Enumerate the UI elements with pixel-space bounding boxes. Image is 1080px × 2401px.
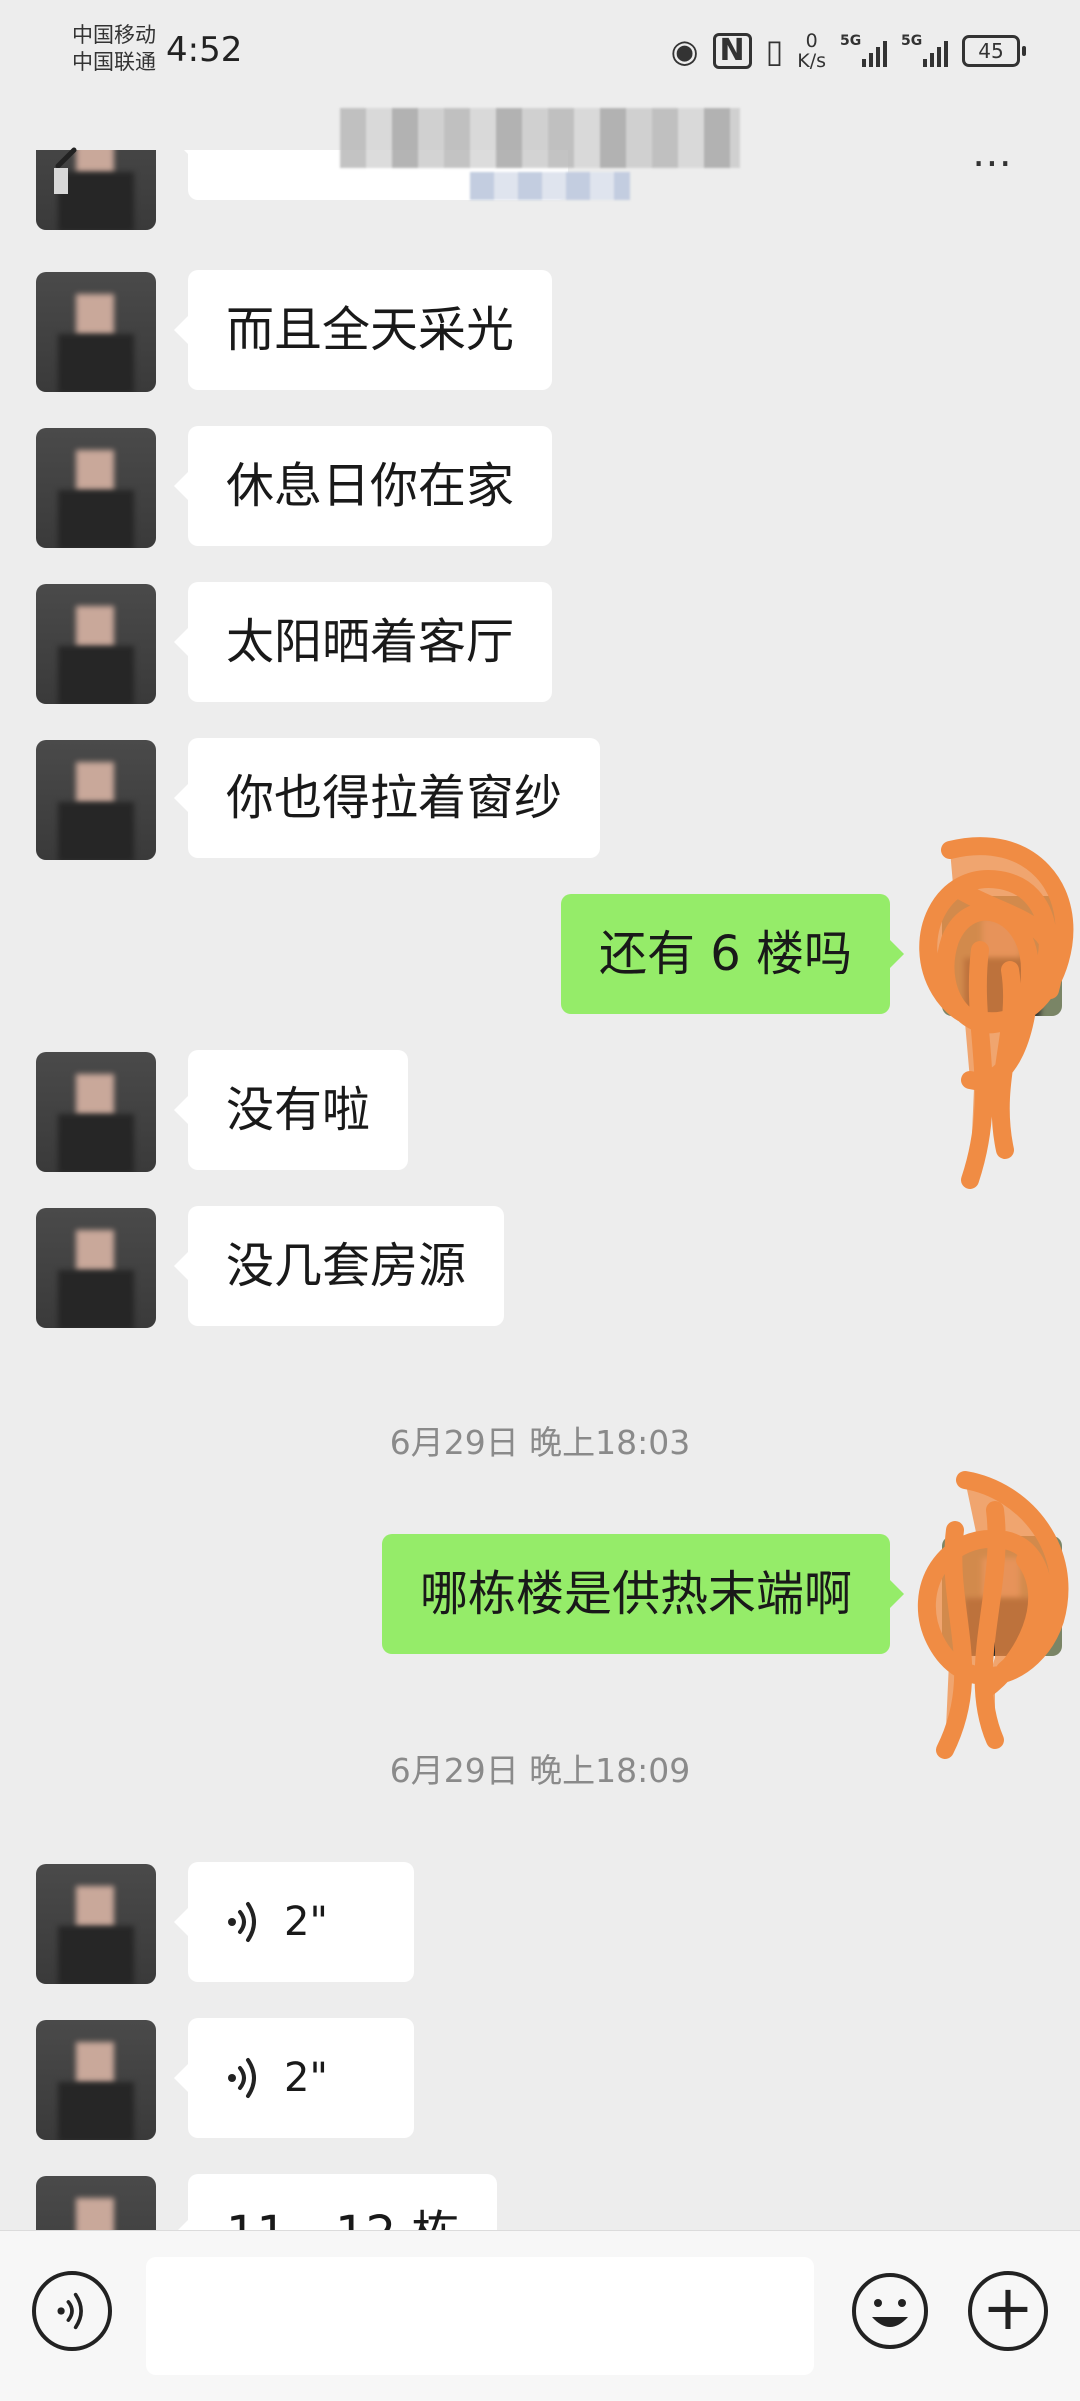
vibrate-icon: ▯ bbox=[765, 32, 784, 70]
voice-message-bubble[interactable]: 2" bbox=[174, 2018, 414, 2138]
message-input[interactable] bbox=[146, 2257, 814, 2375]
voice-wave-icon bbox=[228, 1902, 256, 1942]
avatar[interactable] bbox=[36, 1864, 156, 1984]
more-options-button[interactable]: ⋯ bbox=[958, 138, 1028, 188]
message-row: 太阳晒着客厅 bbox=[0, 582, 1080, 706]
voice-message-bubble[interactable]: 2" bbox=[174, 1862, 414, 1982]
signal-1-icon: 5G bbox=[840, 33, 887, 67]
voice-mode-button[interactable] bbox=[32, 2271, 112, 2351]
back-button[interactable] bbox=[40, 128, 100, 198]
net-speed: 0 K/s bbox=[797, 31, 826, 71]
carrier-info: 中国移动 中国联通 bbox=[72, 22, 156, 76]
timestamp: 6月29日 晚上18:03 bbox=[389, 1423, 691, 1462]
status-bar: 中国移动 中国联通 4:52 ◉ N ▯ 0 K/s 5G 5G 45 bbox=[0, 0, 1080, 108]
net-speed-unit: K/s bbox=[797, 50, 826, 72]
message-row: 2" bbox=[0, 1862, 1080, 1986]
chat-subtitle-redacted bbox=[470, 172, 630, 200]
net-speed-value: 0 bbox=[805, 30, 818, 52]
message-row: 2" bbox=[0, 2018, 1080, 2142]
chat-header: ⋯ bbox=[0, 108, 1080, 226]
message-row: 而且全天采光 bbox=[0, 270, 1080, 394]
message-row: 没几套房源 bbox=[0, 1206, 1080, 1330]
avatar[interactable] bbox=[36, 2020, 156, 2140]
emoji-button[interactable] bbox=[850, 2271, 930, 2351]
avatar[interactable] bbox=[36, 1052, 156, 1172]
chat-title-redacted bbox=[340, 108, 740, 168]
carrier-2: 中国联通 bbox=[72, 50, 156, 74]
nfc-icon: N bbox=[712, 33, 752, 69]
signal-2-label: 5G bbox=[901, 33, 923, 49]
scribble-redaction bbox=[919, 837, 1074, 1189]
message-list[interactable]: 而且全天采光 休息日你在家 太阳晒着客厅 你也得拉着窗纱 还有 6 楼吗 没有啦… bbox=[0, 0, 1080, 2230]
voice-wave-icon bbox=[228, 2058, 256, 2098]
message-bubble[interactable]: 没几套房源 bbox=[173, 1206, 505, 1326]
message-row: 11、12 栋 bbox=[0, 2174, 1080, 2230]
voice-mode-icon bbox=[57, 2292, 83, 2330]
signal-1-label: 5G bbox=[840, 33, 862, 49]
input-bar: + bbox=[0, 2230, 1080, 2401]
clock: 4:52 bbox=[166, 30, 243, 70]
back-arrow-icon bbox=[54, 147, 77, 194]
message-bubble[interactable]: 你也得拉着窗纱 bbox=[173, 738, 601, 858]
status-icons: ◉ N ▯ 0 K/s 5G 5G 45 bbox=[670, 26, 1026, 76]
plus-button[interactable]: + bbox=[968, 2271, 1048, 2351]
avatar[interactable] bbox=[36, 1208, 156, 1328]
eye-icon: ◉ bbox=[670, 32, 699, 70]
emoji-icon bbox=[852, 2273, 928, 2349]
voice-duration: 2" bbox=[284, 1899, 328, 1945]
message-bubble-self[interactable]: 还有 6 楼吗 bbox=[560, 894, 905, 1014]
avatar[interactable] bbox=[36, 2176, 156, 2230]
avatar[interactable] bbox=[36, 272, 156, 392]
message-bubble[interactable]: 11、12 栋 bbox=[173, 2174, 498, 2230]
avatar[interactable] bbox=[36, 428, 156, 548]
battery-icon: 45 bbox=[962, 35, 1026, 67]
scribble-redaction bbox=[917, 1471, 1069, 1759]
message-bubble[interactable]: 太阳晒着客厅 bbox=[173, 582, 553, 702]
avatar[interactable] bbox=[36, 740, 156, 860]
signal-2-icon: 5G bbox=[901, 33, 948, 67]
message-bubble[interactable]: 休息日你在家 bbox=[173, 426, 553, 546]
avatar[interactable] bbox=[36, 584, 156, 704]
message-bubble[interactable]: 而且全天采光 bbox=[173, 270, 553, 390]
voice-duration: 2" bbox=[284, 2055, 328, 2101]
message-bubble-self[interactable]: 哪栋楼是供热末端啊 bbox=[381, 1534, 905, 1654]
plus-icon: + bbox=[982, 2271, 1034, 2344]
message-row: 休息日你在家 bbox=[0, 426, 1080, 550]
message-bubble[interactable]: 没有啦 bbox=[173, 1050, 409, 1170]
carrier-1: 中国移动 bbox=[72, 23, 156, 47]
